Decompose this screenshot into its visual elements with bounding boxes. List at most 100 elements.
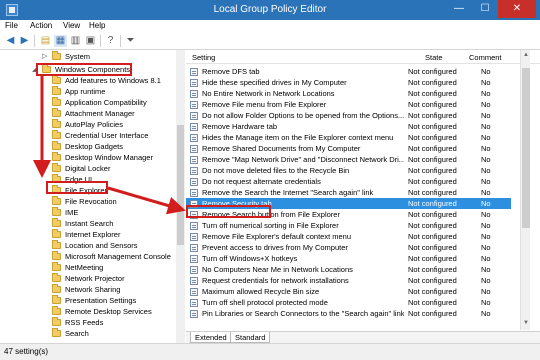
scroll-down-icon[interactable]: ▼ — [523, 320, 529, 326]
column-state[interactable]: State — [425, 53, 443, 62]
setting-cell: No Entire Network in Network Locations — [202, 89, 335, 98]
expand-icon[interactable]: ▷ — [42, 51, 47, 62]
tree-item-label: App runtime — [65, 87, 106, 96]
setting-cell: Turn off Windows+X hotkeys — [202, 254, 298, 263]
tree-item-label: Microsoft Management Console — [65, 252, 171, 261]
policy-setting-icon — [190, 233, 198, 241]
help-icon[interactable]: ? — [104, 35, 117, 47]
tab-standard[interactable]: Standard — [230, 332, 271, 343]
table-row[interactable]: Turn off Windows+X hotkeys Not configured… — [186, 253, 511, 264]
menu-action[interactable]: Action — [30, 21, 52, 30]
folder-icon — [52, 240, 61, 249]
title-bar: Local Group Policy Editor — ☐ ✕ — [0, 0, 540, 20]
tree-scrollbar-thumb[interactable] — [177, 125, 184, 245]
state-cell: Not configured — [408, 232, 457, 241]
policy-setting-icon — [190, 145, 198, 153]
up-folder-icon[interactable]: ▤ — [39, 35, 52, 47]
state-cell: Not configured — [408, 276, 457, 285]
table-row[interactable]: Request credentials for network installa… — [186, 275, 511, 286]
table-row[interactable]: Maximum allowed Recycle Bin size Not conf… — [186, 286, 511, 297]
policy-setting-icon — [190, 178, 198, 186]
policy-setting-icon — [190, 134, 198, 142]
folder-icon — [52, 141, 61, 150]
properties-icon[interactable]: ▣ — [84, 35, 97, 47]
menu-help[interactable]: Help — [89, 21, 105, 30]
group-policy-window: Local Group Policy Editor — ☐ ✕ File Act… — [0, 0, 540, 360]
folder-icon — [52, 207, 61, 216]
comment-cell: No — [481, 265, 491, 274]
forward-arrow-icon[interactable]: ▶ — [18, 35, 31, 47]
policy-setting-icon — [190, 255, 198, 263]
setting-cell: Turn off numerical sorting in File Explo… — [202, 221, 339, 230]
state-cell: Not configured — [408, 221, 457, 230]
comment-cell: No — [481, 276, 491, 285]
table-row[interactable]: Remove Hardware tab Not configured No — [186, 121, 511, 132]
column-comment[interactable]: Comment — [469, 53, 502, 62]
folder-icon — [52, 163, 61, 172]
table-row[interactable]: No Entire Network in Network Locations No… — [186, 88, 511, 99]
table-row[interactable]: Turn off shell protocol protected mode No… — [186, 297, 511, 308]
show-hide-tree-icon[interactable]: ▦ — [54, 35, 67, 47]
table-row[interactable]: Remove File menu from File Explorer Not c… — [186, 99, 511, 110]
tree-item-label: AutoPlay Policies — [65, 120, 123, 129]
tab-extended[interactable]: Extended — [190, 332, 232, 343]
setting-cell: Pin Libraries or Search Connectors to th… — [202, 309, 404, 318]
table-row[interactable]: Do not allow Folder Options to be opened… — [186, 110, 511, 121]
close-button[interactable]: ✕ — [498, 0, 536, 18]
policy-setting-icon — [190, 156, 198, 164]
menu-file[interactable]: File — [5, 21, 18, 30]
folder-icon — [52, 130, 61, 139]
back-arrow-icon[interactable]: ◀ — [4, 35, 17, 47]
table-row[interactable]: No Computers Near Me in Network Location… — [186, 264, 511, 275]
table-row[interactable]: Remove the Search the Internet "Search a… — [186, 187, 511, 198]
toolbar-divider — [34, 35, 35, 47]
tree-scrollbar[interactable] — [176, 50, 185, 343]
state-cell: Not configured — [408, 78, 457, 87]
comment-cell: No — [481, 243, 491, 252]
table-row[interactable]: Hides the Manage item on the File Explor… — [186, 132, 511, 143]
table-row[interactable]: Remove DFS tab Not configured No — [186, 66, 511, 77]
minimize-button[interactable]: — — [446, 0, 472, 18]
policy-setting-icon — [190, 167, 198, 175]
toolbar-divider — [120, 35, 121, 47]
table-row[interactable]: Pin Libraries or Search Connectors to th… — [186, 308, 511, 319]
table-row[interactable]: Hide these specified drives in My Comput… — [186, 77, 511, 88]
table-row[interactable]: Do not move deleted files to the Recycle… — [186, 165, 511, 176]
comment-cell: No — [481, 133, 491, 142]
filter-icon[interactable]: ⏷ — [124, 35, 137, 47]
tree-item-label: Add features to Windows 8.1 — [65, 76, 161, 85]
folder-icon — [52, 196, 61, 205]
table-row[interactable]: Remove "Map Network Drive" and "Disconne… — [186, 154, 511, 165]
policy-setting-icon — [190, 288, 198, 296]
state-cell: Not configured — [408, 133, 457, 142]
tree-item-label: Remote Desktop Services — [65, 307, 152, 316]
comment-cell: No — [481, 78, 491, 87]
maximize-button[interactable]: ☐ — [472, 0, 498, 18]
policy-setting-icon — [190, 79, 198, 87]
table-row[interactable]: Prevent access to drives from My Compute… — [186, 242, 511, 253]
list-scrollbar[interactable]: ▲ ▼ — [520, 50, 530, 330]
scroll-up-icon[interactable]: ▲ — [523, 52, 529, 58]
table-row[interactable]: Turn off numerical sorting in File Explo… — [186, 220, 511, 231]
comment-cell: No — [481, 177, 491, 186]
comment-cell: No — [481, 199, 491, 208]
policy-setting-icon — [190, 244, 198, 252]
policy-setting-icon — [190, 112, 198, 120]
policy-setting-icon — [190, 68, 198, 76]
column-setting[interactable]: Setting — [192, 53, 215, 62]
folder-icon — [52, 108, 61, 117]
table-row[interactable]: Remove Shared Documents from My Computer… — [186, 143, 511, 154]
tree-item-label: Search — [65, 329, 89, 338]
folder-icon — [52, 152, 61, 161]
policy-setting-icon — [190, 189, 198, 197]
table-row[interactable]: Do not request alternate credentials Not … — [186, 176, 511, 187]
menu-view[interactable]: View — [63, 21, 80, 30]
folder-icon — [52, 97, 61, 106]
comment-cell: No — [481, 232, 491, 241]
setting-cell: Do not move deleted files to the Recycle… — [202, 166, 350, 175]
comment-cell: No — [481, 210, 491, 219]
table-row[interactable]: Remove File Explorer's default context m… — [186, 231, 511, 242]
list-scrollbar-thumb[interactable] — [522, 68, 530, 228]
comment-cell: No — [481, 254, 491, 263]
export-list-icon[interactable]: ▥ — [69, 35, 82, 47]
